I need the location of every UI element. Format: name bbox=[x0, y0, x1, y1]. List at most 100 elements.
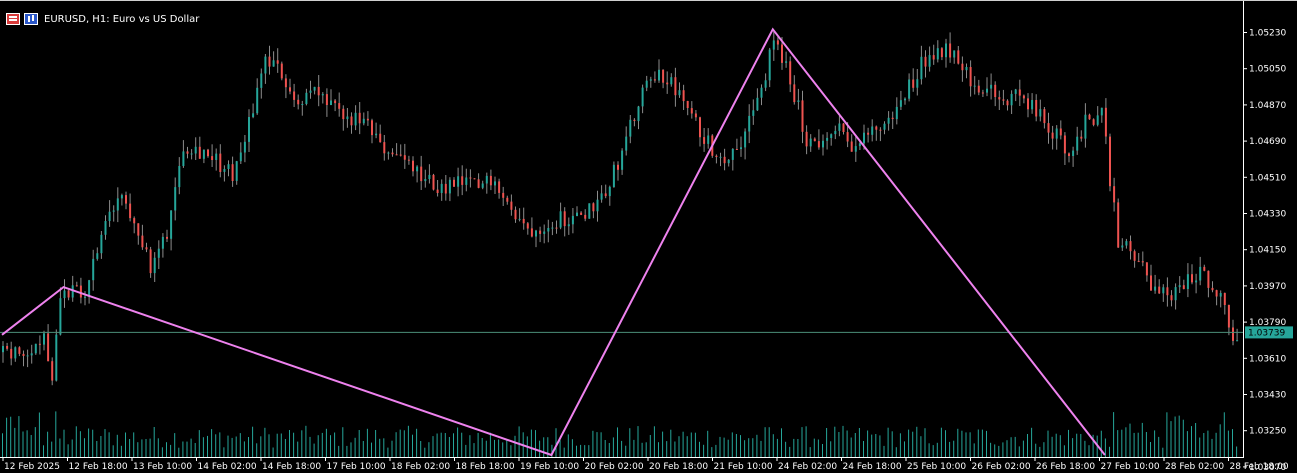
candle bbox=[170, 210, 173, 251]
volume-bar bbox=[875, 434, 877, 457]
volume-bar bbox=[362, 441, 364, 457]
volume-bar bbox=[108, 432, 110, 457]
volume-bar bbox=[850, 437, 852, 457]
candle bbox=[1162, 284, 1165, 302]
price-chart[interactable]: 1.05230 1.05050 1.04870 1.04690 1.04510 1.043… bbox=[0, 1, 1297, 473]
candle bbox=[125, 191, 127, 210]
volume-bar bbox=[682, 431, 684, 457]
candle bbox=[945, 38, 947, 68]
candle bbox=[1100, 107, 1103, 123]
volume-bar bbox=[321, 432, 323, 457]
time-tick-label: 25 Feb 10:00 bbox=[907, 462, 966, 472]
time-tick-label: 13 Feb 10:00 bbox=[133, 462, 192, 472]
volume-bar bbox=[2, 433, 3, 457]
volume-bar bbox=[793, 438, 795, 457]
candle bbox=[953, 50, 956, 64]
candle bbox=[289, 78, 291, 95]
candle bbox=[834, 125, 837, 140]
candle bbox=[481, 180, 484, 190]
volume-bar bbox=[403, 430, 405, 457]
candle bbox=[871, 119, 874, 142]
volume-bar bbox=[166, 442, 167, 457]
volume-bar bbox=[690, 432, 692, 457]
candle bbox=[412, 156, 414, 177]
volume-bar bbox=[735, 434, 737, 457]
candle bbox=[202, 149, 205, 164]
candle bbox=[981, 89, 984, 97]
volume-bar bbox=[670, 429, 672, 457]
volume-bar bbox=[424, 447, 426, 457]
candle bbox=[912, 68, 915, 92]
candle bbox=[379, 124, 382, 143]
candle bbox=[653, 71, 656, 83]
bars-icon[interactable] bbox=[6, 13, 20, 25]
volume-bar bbox=[440, 432, 442, 457]
volume-bar bbox=[133, 432, 135, 457]
candle bbox=[1186, 263, 1189, 298]
volume-bar bbox=[75, 426, 77, 457]
volume-bar bbox=[1100, 430, 1102, 457]
candle bbox=[674, 67, 677, 107]
candle bbox=[149, 246, 152, 278]
candle bbox=[813, 137, 816, 142]
volume-bar bbox=[350, 442, 352, 457]
price-axis[interactable]: 1.05230 1.05050 1.04870 1.04690 1.04510 1.043… bbox=[1243, 29, 1286, 473]
volume-bar bbox=[334, 432, 336, 457]
candle bbox=[112, 205, 115, 222]
time-axis[interactable]: 12 Feb 2025 12 Feb 18:00 13 Feb 10:00 14 Fe… bbox=[2, 457, 1289, 472]
candle bbox=[539, 226, 542, 243]
candle bbox=[38, 335, 41, 355]
time-tick-label: 24 Feb 18:00 bbox=[843, 462, 902, 472]
volume-bar bbox=[801, 427, 803, 457]
candle bbox=[256, 78, 259, 115]
candle bbox=[1096, 106, 1099, 127]
volume-bar bbox=[157, 438, 159, 457]
candle bbox=[629, 115, 632, 144]
candle bbox=[571, 208, 574, 234]
candle bbox=[178, 157, 181, 195]
volume-bar bbox=[629, 428, 631, 457]
candle-icon[interactable] bbox=[24, 13, 38, 25]
volume-bar bbox=[34, 427, 36, 457]
volume-bar bbox=[518, 426, 520, 457]
volume-bar bbox=[945, 430, 946, 457]
candle bbox=[1137, 253, 1140, 263]
candle bbox=[1104, 98, 1107, 145]
candle bbox=[145, 242, 148, 253]
candle bbox=[1154, 274, 1157, 294]
candle bbox=[194, 137, 197, 160]
volume-bar bbox=[584, 445, 586, 457]
volume-bar bbox=[781, 428, 782, 457]
candle bbox=[1182, 279, 1185, 290]
volume-bar bbox=[653, 426, 655, 457]
candle bbox=[395, 143, 398, 156]
volume-bar bbox=[330, 435, 331, 457]
volume-bar bbox=[47, 431, 49, 457]
chart-window[interactable]: 1.05230 1.05050 1.04870 1.04690 1.04510 1.043… bbox=[0, 0, 1297, 473]
candle bbox=[883, 121, 886, 135]
volume-bar bbox=[731, 432, 733, 457]
time-tick-label: 12 Feb 2025 bbox=[4, 462, 60, 472]
volume-bar bbox=[202, 437, 204, 457]
volume-bar bbox=[539, 440, 541, 457]
volume-bar bbox=[1117, 430, 1119, 457]
candle bbox=[543, 224, 546, 244]
candle bbox=[59, 287, 62, 336]
candle bbox=[1014, 88, 1017, 102]
volume-bar bbox=[235, 436, 237, 457]
candle bbox=[1051, 125, 1054, 150]
candle bbox=[940, 47, 943, 61]
candle bbox=[293, 83, 296, 107]
volume-bar bbox=[379, 438, 381, 457]
volume-bar bbox=[1232, 429, 1233, 457]
volume-histogram bbox=[2, 411, 1238, 457]
volume-bar bbox=[756, 434, 758, 457]
candle bbox=[18, 346, 21, 357]
volume-bar bbox=[785, 441, 787, 457]
volume-bar bbox=[977, 429, 979, 457]
candle bbox=[797, 88, 800, 110]
candle bbox=[949, 32, 952, 63]
candle bbox=[1031, 93, 1034, 114]
volume-bar bbox=[1129, 423, 1131, 457]
volume-bar bbox=[969, 432, 971, 457]
